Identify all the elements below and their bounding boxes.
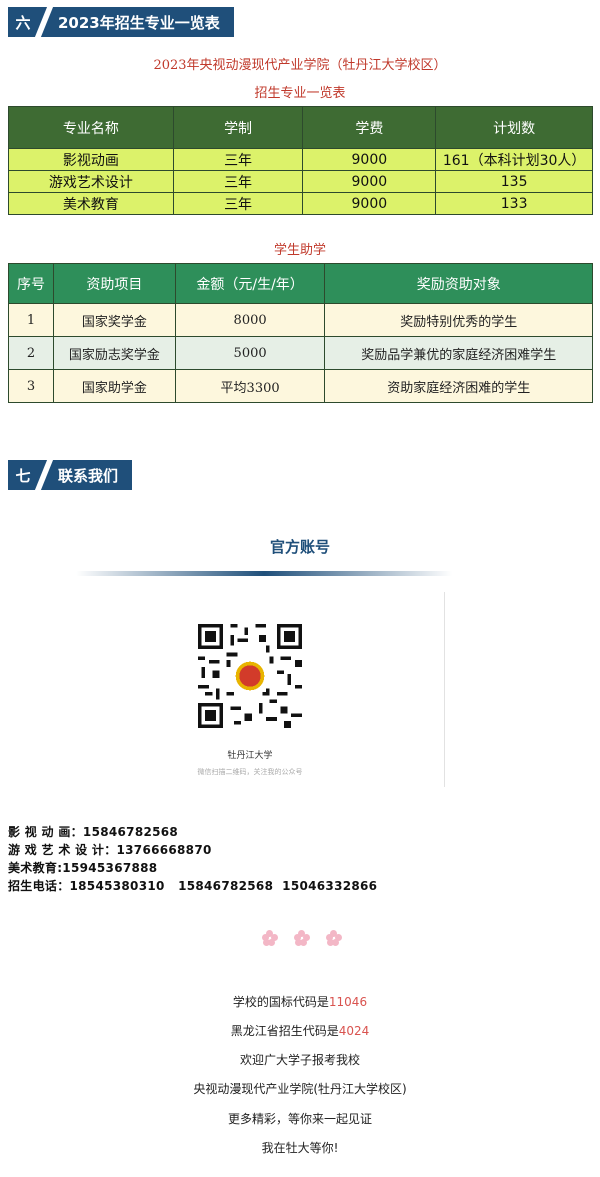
table-row: 美术教育 三年 9000 133 xyxy=(8,192,593,215)
flower-decoration xyxy=(262,930,342,950)
aid-amount: 5000 xyxy=(174,336,326,370)
national-code: 11046 xyxy=(328,995,368,1009)
contact-line: 影 视 动 画：15846782568 xyxy=(8,825,179,839)
aid-header-cell: 序号 xyxy=(8,263,54,304)
section6-header: 六 2023年招生专业一览表 xyxy=(8,7,234,37)
major-quota: 135 xyxy=(435,170,593,193)
table-row: 2 国家励志奖学金 5000 奖励品学兼优的家庭经济困难学生 xyxy=(8,336,593,370)
footer-waiting: 我在牡大等你! xyxy=(261,1141,339,1155)
title-underline xyxy=(76,571,452,576)
majors-table: 专业名称 学制 学费 计划数 影视动画 三年 9000 161（本科计划30人）… xyxy=(8,106,593,215)
footer-more: 更多精彩，等你来一起见证 xyxy=(227,1112,372,1126)
section7-title: 联系我们 xyxy=(52,460,133,490)
majors-header-cell: 学费 xyxy=(302,106,437,149)
aid-target: 资助家庭经济困难的学生 xyxy=(324,369,593,403)
contact-line: 游 戏 艺 术 设 计：13766668870 xyxy=(8,843,212,857)
flower-icon xyxy=(294,930,310,946)
aid-index: 1 xyxy=(8,303,54,337)
slash-divider-icon xyxy=(38,7,52,37)
major-fee: 9000 xyxy=(302,148,437,171)
aid-header-cell: 奖励资助对象 xyxy=(324,263,593,304)
qr-code-icon[interactable] xyxy=(198,624,302,728)
majors-table-title: 招生专业一览表 xyxy=(254,86,346,101)
footer-welcome: 欢迎广大学子报考我校 xyxy=(239,1053,360,1067)
section7-number: 七 xyxy=(8,460,38,490)
aid-amount: 8000 xyxy=(174,303,326,337)
section6-title: 2023年招生专业一览表 xyxy=(52,7,234,37)
footer-label: 学校的国标代码是 xyxy=(232,995,329,1009)
province-code: 4024 xyxy=(338,1024,370,1038)
flower-icon xyxy=(262,930,278,946)
majors-header-cell: 专业名称 xyxy=(8,106,174,149)
major-fee: 9000 xyxy=(302,192,437,215)
table-row: 1 国家奖学金 8000 奖励特别优秀的学生 xyxy=(8,303,593,337)
major-duration: 三年 xyxy=(172,170,304,193)
aid-table: 序号 资助项目 金额（元/生/年） 奖励资助对象 1 国家奖学金 8000 奖励… xyxy=(8,263,593,403)
section6-number: 六 xyxy=(8,7,38,37)
aid-header-cell: 资助项目 xyxy=(52,263,176,304)
footer-province-code: 黑龙江省招生代码是4024 xyxy=(0,1022,600,1039)
aid-program: 国家助学金 xyxy=(52,369,176,403)
flower-icon xyxy=(326,930,342,946)
aid-program: 国家奖学金 xyxy=(52,303,176,337)
majors-header-row: 专业名称 学制 学费 计划数 xyxy=(8,106,593,149)
contact-line: 美术教育:15945367888 xyxy=(8,861,158,875)
footer-national-code: 学校的国标代码是11046 xyxy=(0,993,600,1010)
footer-school: 央视动漫现代产业学院(牡丹江大学校区) xyxy=(193,1082,407,1096)
table-row: 3 国家助学金 平均3300 资助家庭经济困难的学生 xyxy=(8,369,593,403)
major-name: 美术教育 xyxy=(8,192,174,215)
aid-amount: 平均3300 xyxy=(174,369,326,403)
official-account-title: 官方账号 xyxy=(269,538,330,556)
slash-divider-icon xyxy=(38,460,52,490)
school-title: 2023年央视动漫现代产业学院（牡丹江大学校区） xyxy=(153,58,447,73)
majors-header-cell: 学制 xyxy=(172,106,304,149)
table-row: 影视动画 三年 9000 161（本科计划30人） xyxy=(8,148,593,171)
footer-label: 黑龙江省招生代码是 xyxy=(230,1024,339,1038)
major-quota: 161（本科计划30人） xyxy=(435,148,593,171)
qr-account-name: 牡丹江大学 xyxy=(227,751,273,761)
major-name: 游戏艺术设计 xyxy=(8,170,174,193)
aid-target: 奖励品学兼优的家庭经济困难学生 xyxy=(324,336,593,370)
aid-header-cell: 金额（元/生/年） xyxy=(174,263,326,304)
aid-program: 国家励志奖学金 xyxy=(52,336,176,370)
major-quota: 133 xyxy=(435,192,593,215)
aid-index: 3 xyxy=(8,369,54,403)
majors-header-cell: 计划数 xyxy=(435,106,593,149)
major-duration: 三年 xyxy=(172,192,304,215)
section7-header: 七 联系我们 xyxy=(8,460,133,490)
major-name: 影视动画 xyxy=(8,148,174,171)
contact-line: 招生电话：18545380310 15846782568 15046332866 xyxy=(8,879,378,893)
aid-table-title: 学生助学 xyxy=(273,243,326,258)
aid-target: 奖励特别优秀的学生 xyxy=(324,303,593,337)
major-fee: 9000 xyxy=(302,170,437,193)
qr-hint-text: 微信扫描二维码，关注我的公众号 xyxy=(197,768,303,776)
aid-header-row: 序号 资助项目 金额（元/生/年） 奖励资助对象 xyxy=(8,263,593,304)
aid-index: 2 xyxy=(8,336,54,370)
major-duration: 三年 xyxy=(172,148,304,171)
table-row: 游戏艺术设计 三年 9000 135 xyxy=(8,170,593,193)
